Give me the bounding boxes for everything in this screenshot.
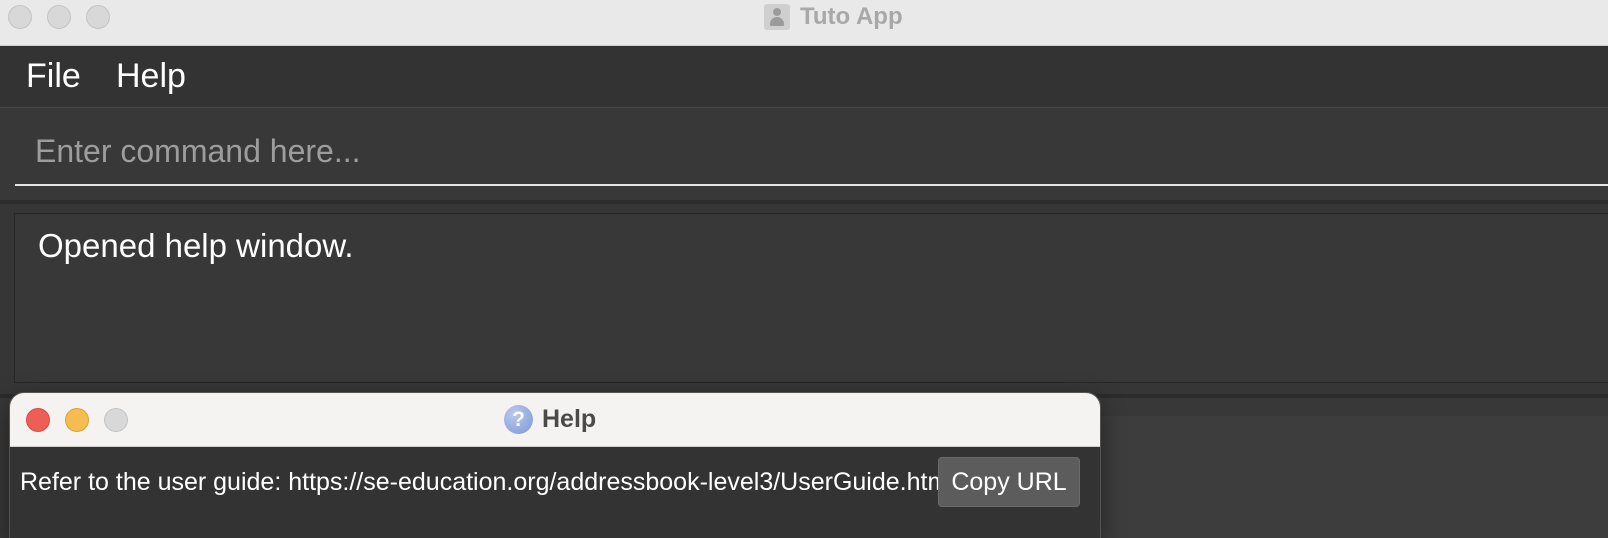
help-message: Refer to the user guide: https://se-educ… — [20, 468, 954, 496]
result-display-panel: Opened help window. — [0, 204, 1608, 396]
help-window-zoom-button[interactable] — [104, 408, 128, 432]
list-panel-background — [1090, 416, 1608, 538]
menu-help[interactable]: Help — [116, 56, 186, 96]
help-window-titlebar: ? Help — [10, 393, 1100, 447]
main-window-zoom-button[interactable] — [86, 5, 110, 29]
help-window-body: Refer to the user guide: https://se-educ… — [10, 447, 1100, 538]
main-window-title: Tuto App — [764, 2, 903, 32]
main-window-title-text: Tuto App — [800, 3, 903, 30]
command-box — [0, 108, 1608, 200]
menu-file[interactable]: File — [26, 56, 81, 96]
main-window-close-button[interactable] — [8, 5, 32, 29]
main-window-minimize-button[interactable] — [47, 5, 71, 29]
help-window-title: ? Help — [504, 403, 596, 435]
help-window: ? Help Refer to the user guide: https://… — [10, 393, 1100, 538]
help-window-close-button[interactable] — [26, 408, 50, 432]
menu-bar: File Help — [0, 46, 1608, 108]
help-window-title-text: Help — [542, 404, 597, 433]
command-input[interactable] — [15, 118, 1608, 186]
result-text: Opened help window. — [38, 227, 354, 264]
help-window-minimize-button[interactable] — [65, 408, 89, 432]
result-display[interactable]: Opened help window. — [14, 213, 1608, 383]
main-window-titlebar: Tuto App — [0, 0, 1608, 46]
contact-book-icon — [764, 4, 790, 30]
copy-url-button[interactable]: Copy URL — [938, 457, 1080, 507]
question-icon: ? — [504, 404, 533, 434]
